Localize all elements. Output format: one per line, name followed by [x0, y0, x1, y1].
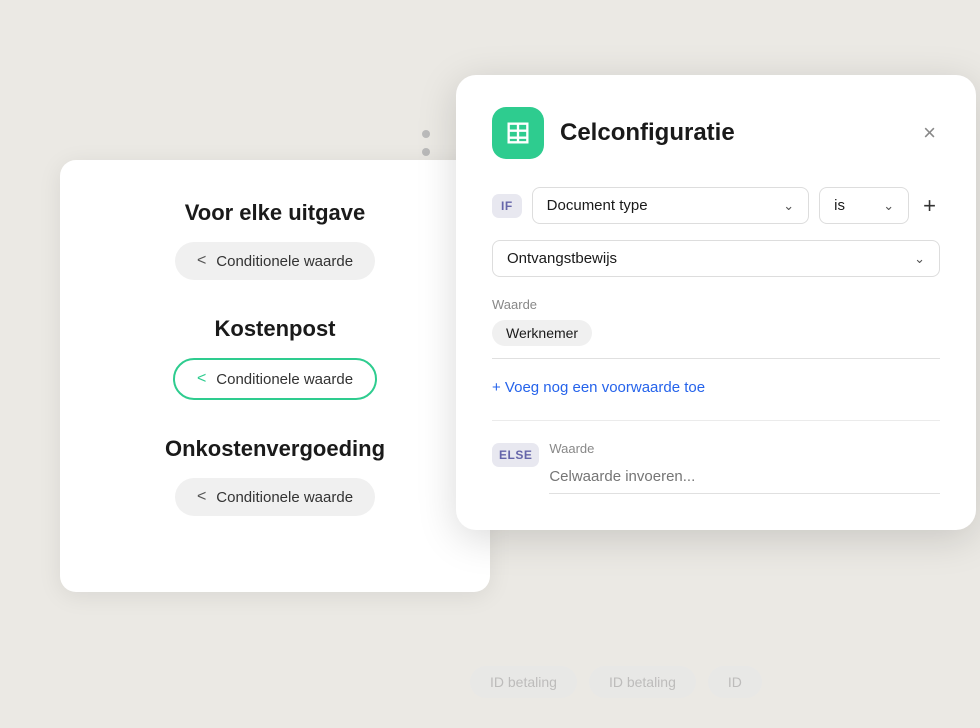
section-title-2: Kostenpost — [90, 316, 460, 342]
id-btn-3[interactable]: ID — [708, 666, 762, 698]
chevron-down-icon-3: ⌄ — [914, 251, 925, 267]
section-title-1: Voor elke uitgave — [90, 200, 460, 226]
branch-icon-1: < — [197, 252, 206, 270]
dot-1 — [422, 130, 430, 138]
branch-icon-3: < — [197, 488, 206, 506]
conditional-btn-2[interactable]: < Conditionele waarde — [173, 358, 377, 400]
if-row: IF Document type ⌄ is ⌄ + — [492, 187, 940, 224]
separator — [492, 420, 940, 421]
section-voor-elke-uitgave: Voor elke uitgave < Conditionele waarde — [90, 200, 460, 280]
if-badge: IF — [492, 194, 522, 218]
section-kostenpost: Kostenpost < Conditionele waarde — [90, 316, 460, 400]
background-card: Voor elke uitgave < Conditionele waarde … — [60, 160, 490, 592]
waarde-divider — [492, 358, 940, 359]
else-input[interactable] — [549, 464, 940, 494]
ontvangstbewijs-dropdown[interactable]: Ontvangstbewijs ⌄ — [492, 240, 940, 277]
conditional-btn-label-3: Conditionele waarde — [216, 489, 353, 506]
document-type-label: Document type — [547, 197, 648, 214]
conditional-btn-1[interactable]: < Conditionele waarde — [175, 242, 375, 280]
plus-button[interactable]: + — [919, 189, 940, 223]
add-condition-link[interactable]: + Voeg nog een voorwaarde toe — [492, 379, 940, 396]
werknemer-chip[interactable]: Werknemer — [492, 320, 592, 346]
bottom-row: ID betaling ID betaling ID — [470, 666, 762, 698]
else-badge: ELSE — [492, 443, 539, 467]
ontvangstbewijs-label: Ontvangstbewijs — [507, 250, 617, 267]
conditional-btn-label-1: Conditionele waarde — [216, 253, 353, 270]
modal-icon — [492, 107, 544, 159]
modal-panel: Celconfiguratie × IF Document type ⌄ is … — [456, 75, 976, 530]
section-title-3: Onkostenvergoeding — [90, 436, 460, 462]
branch-icon-2: < — [197, 370, 206, 388]
else-content: Waarde — [549, 441, 940, 494]
modal-title: Celconfiguratie — [560, 119, 903, 147]
chevron-down-icon-1: ⌄ — [783, 198, 794, 214]
else-waarde-label: Waarde — [549, 441, 940, 456]
else-row: ELSE Waarde — [492, 441, 940, 494]
conditional-btn-3[interactable]: < Conditionele waarde — [175, 478, 375, 516]
id-betaling-btn-1[interactable]: ID betaling — [470, 666, 577, 698]
waarde-label: Waarde — [492, 297, 940, 312]
table-icon — [504, 119, 532, 147]
dot-2 — [422, 148, 430, 156]
is-dropdown[interactable]: is ⌄ — [819, 187, 909, 224]
ontvangstbewijs-row: Ontvangstbewijs ⌄ — [492, 240, 940, 277]
conditional-btn-label-2: Conditionele waarde — [216, 371, 353, 388]
modal-header: Celconfiguratie × — [492, 107, 940, 159]
waarde-section: Waarde Werknemer — [492, 297, 940, 359]
is-label: is — [834, 197, 845, 214]
section-onkostenvergoeding: Onkostenvergoeding < Conditionele waarde — [90, 436, 460, 516]
document-type-dropdown[interactable]: Document type ⌄ — [532, 187, 809, 224]
close-button[interactable]: × — [919, 118, 940, 148]
id-betaling-btn-2[interactable]: ID betaling — [589, 666, 696, 698]
chevron-down-icon-2: ⌄ — [883, 198, 894, 214]
